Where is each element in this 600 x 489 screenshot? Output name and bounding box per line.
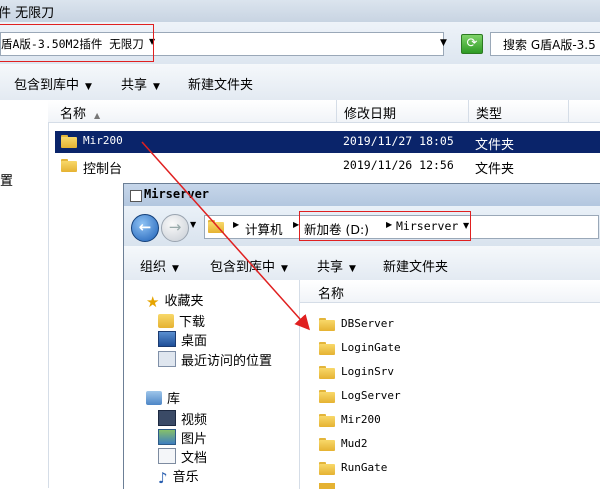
annotation-arrow (141, 141, 310, 331)
